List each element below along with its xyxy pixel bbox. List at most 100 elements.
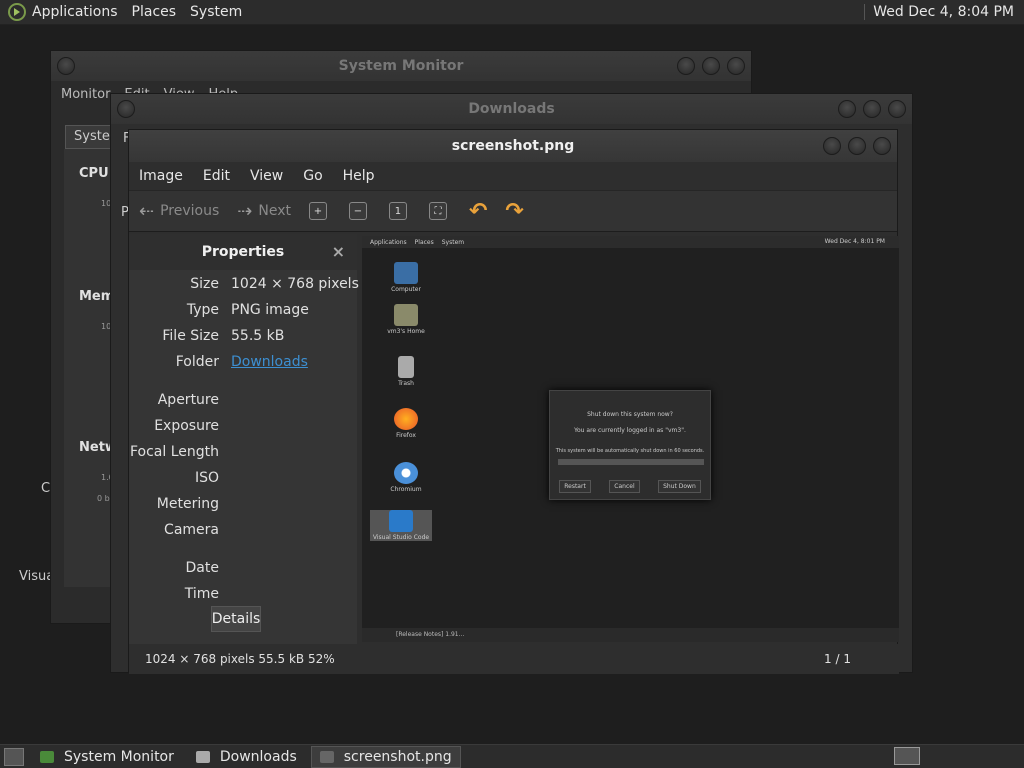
workspace-switcher[interactable] xyxy=(894,747,920,765)
maximize-button[interactable] xyxy=(702,57,720,75)
taskbar-item-screenshot[interactable]: screenshot.png xyxy=(310,745,461,768)
arrow-left-icon: ⇠ xyxy=(139,200,155,222)
show-desktop-icon[interactable] xyxy=(4,747,24,766)
preview-dialog-buttons: Restart Cancel Shut Down xyxy=(550,480,710,493)
preview-desktop-icon: vm3's Home xyxy=(376,304,436,335)
window-menu-button[interactable] xyxy=(117,100,135,118)
minimize-button[interactable] xyxy=(677,57,695,75)
minimize-button[interactable] xyxy=(823,137,841,155)
window-title: screenshot.png xyxy=(451,138,575,154)
taskbar-item-label: screenshot.png xyxy=(343,748,452,765)
preview-restart-button: Restart xyxy=(559,480,591,493)
properties-title: Properties xyxy=(201,244,285,260)
property-key: Size xyxy=(190,276,219,292)
property-aperture: Aperture xyxy=(129,388,357,414)
property-date: Date xyxy=(129,556,357,582)
property-time: Time xyxy=(129,582,357,608)
property-value: PNG image xyxy=(231,302,309,318)
screenshot-thumbnail: Applications Places System Wed Dec 4, 8:… xyxy=(362,236,899,642)
image-viewer-icon xyxy=(319,750,334,763)
menu-view[interactable]: View xyxy=(250,168,283,184)
close-button[interactable] xyxy=(888,100,906,118)
clock[interactable]: Wed Dec 4, 8:04 PM xyxy=(864,4,1014,20)
chromium-icon xyxy=(394,462,418,484)
preview-icon-label: Computer xyxy=(391,286,421,293)
preview-menu-system: System xyxy=(441,238,465,246)
next-label: Next xyxy=(258,203,291,219)
maximize-button[interactable] xyxy=(863,100,881,118)
folder-link[interactable]: Downloads xyxy=(231,354,308,370)
taskbar-item-system-monitor[interactable]: System Monitor xyxy=(32,746,182,768)
page-counter: 1 / 1 xyxy=(824,652,851,666)
menu-help[interactable]: Help xyxy=(343,168,375,184)
preview-dialog-question: Shut down this system now? xyxy=(587,411,673,418)
close-button[interactable] xyxy=(727,57,745,75)
menu-image[interactable]: Image xyxy=(139,168,183,184)
property-key: Type xyxy=(186,302,219,318)
window-title: System Monitor xyxy=(338,58,464,74)
preview-desktop-icon: Visual Studio Code xyxy=(370,510,432,541)
property-key: Folder xyxy=(175,354,219,370)
next-button[interactable]: ⇢ Next xyxy=(237,201,291,222)
computer-icon xyxy=(394,262,418,284)
property-type: Type PNG image xyxy=(129,298,357,324)
property-key: Aperture xyxy=(157,392,219,408)
image-viewer-titlebar[interactable]: screenshot.png xyxy=(129,130,897,162)
minimize-button[interactable] xyxy=(838,100,856,118)
zoom-out-button[interactable]: − xyxy=(348,202,367,220)
normal-size-icon: 1 xyxy=(394,205,402,217)
system-monitor-titlebar[interactable]: System Monitor xyxy=(51,51,751,81)
desktop-icon-label-partial-vscode[interactable]: Visua xyxy=(19,569,54,584)
status-bar: 1024 × 768 pixels 55.5 kB 52% 1 / 1 xyxy=(129,644,899,674)
property-key: Time xyxy=(184,586,219,602)
rotate-right-icon[interactable]: ↷ xyxy=(505,199,523,224)
preview-menu-places: Places xyxy=(414,238,434,246)
image-preview[interactable]: Applications Places System Wed Dec 4, 8:… xyxy=(362,236,899,642)
property-key: File Size xyxy=(162,328,219,344)
preview-shutdown-dialog: Shut down this system now? You are curre… xyxy=(549,390,711,500)
taskbar-item-downloads[interactable]: Downloads xyxy=(188,746,305,768)
system-menu[interactable]: System xyxy=(190,4,242,20)
preview-menu-applications: Applications xyxy=(370,238,407,246)
close-button[interactable] xyxy=(873,137,891,155)
details-button[interactable]: Details xyxy=(211,606,261,632)
menu-monitor[interactable]: Monitor xyxy=(61,87,110,102)
preview-shutdown-button: Shut Down xyxy=(658,480,701,493)
best-fit-icon: ⛶ xyxy=(434,205,442,217)
firefox-icon xyxy=(394,408,418,430)
menu-go[interactable]: Go xyxy=(303,168,322,184)
preview-icon-label: Visual Studio Code xyxy=(372,534,430,541)
top-panel: Applications Places System Wed Dec 4, 8:… xyxy=(0,0,1024,25)
property-key: Camera xyxy=(164,522,219,538)
zoom-in-icon: + xyxy=(313,205,323,217)
applications-menu[interactable]: Applications xyxy=(32,4,118,20)
maximize-button[interactable] xyxy=(848,137,866,155)
preview-dialog-progress xyxy=(558,459,704,465)
vscode-icon xyxy=(389,510,413,532)
normal-size-button[interactable]: 1 xyxy=(388,202,407,220)
menu-logo-icon[interactable] xyxy=(8,3,26,21)
zoom-out-icon: − xyxy=(353,205,363,217)
preview-icon-label: Chromium xyxy=(390,486,422,493)
best-fit-button[interactable]: ⛶ xyxy=(428,202,447,220)
image-viewer-window[interactable]: screenshot.png Image Edit View Go Help ⇠… xyxy=(128,129,899,674)
downloads-titlebar[interactable]: Downloads xyxy=(111,94,912,124)
desktop-icon-label-partial[interactable]: C xyxy=(41,481,50,496)
preview-desktop-icon: Chromium xyxy=(376,462,436,493)
places-menu[interactable]: Places xyxy=(132,4,177,20)
property-exposure: Exposure xyxy=(129,414,357,440)
rotate-left-icon[interactable]: ↶ xyxy=(469,199,487,224)
property-focal-length: Focal Length xyxy=(129,440,357,466)
property-camera: Camera xyxy=(129,518,357,544)
window-menu-button[interactable] xyxy=(57,57,75,75)
home-folder-icon xyxy=(394,304,418,326)
properties-sidebar: Properties × Size 1024 × 768 pixels Type… xyxy=(129,234,359,644)
image-viewer-menubar: Image Edit View Go Help xyxy=(129,162,897,190)
previous-button[interactable]: ⇠ Previous xyxy=(139,201,219,222)
preview-clock: Wed Dec 4, 8:01 PM xyxy=(824,238,885,245)
close-icon[interactable]: × xyxy=(332,242,345,261)
property-key: Focal Length xyxy=(129,444,219,460)
zoom-in-button[interactable]: + xyxy=(308,202,327,220)
preview-icon-label: Firefox xyxy=(396,432,416,439)
menu-edit[interactable]: Edit xyxy=(203,168,230,184)
